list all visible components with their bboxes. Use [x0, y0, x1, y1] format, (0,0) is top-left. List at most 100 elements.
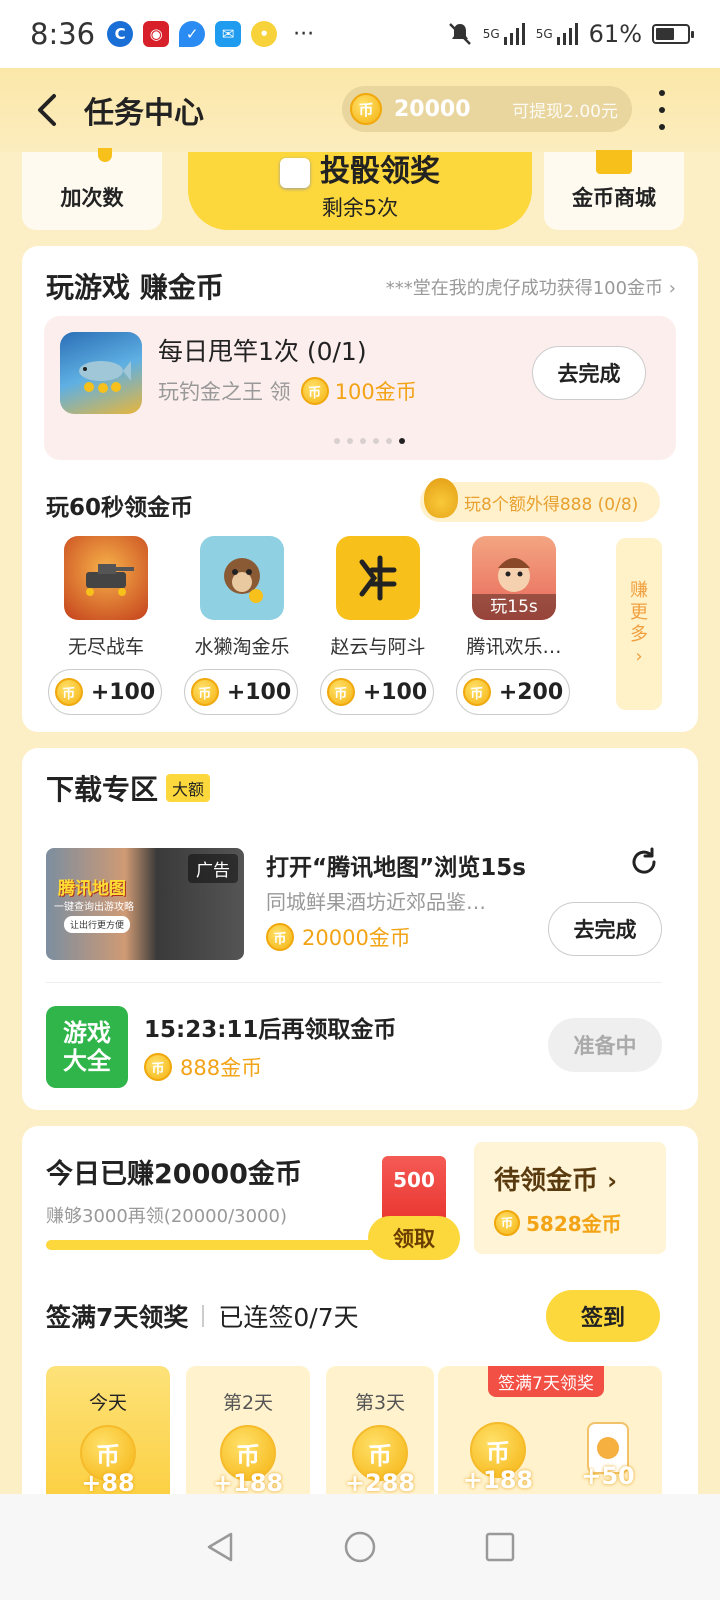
nav-home-icon[interactable]	[343, 1530, 377, 1564]
dice-remaining: 剩余5次	[321, 196, 399, 220]
refresh-icon[interactable]	[628, 846, 660, 878]
play-timer-overlay: 玩15s	[472, 594, 556, 620]
game-name: 水獭淘金乐	[194, 636, 290, 658]
coin-mall-card[interactable]: 金币商城	[544, 150, 684, 230]
dice-reward-card[interactable]: 投骰领奖 剩余5次	[188, 152, 532, 230]
ad-thumb-title: 腾讯地图	[58, 879, 126, 899]
status-time: 8:36	[30, 17, 96, 51]
checkin-day[interactable]: 第2天 币 +188	[186, 1366, 310, 1498]
day-reward: +50	[581, 1462, 635, 1490]
header: 任务中心 币 20000 可提现2.00元	[0, 68, 720, 152]
checkin-day[interactable]: 今天 币 +88	[46, 1366, 170, 1498]
next-claim-title: 15:23:11后再领取金币	[144, 1017, 397, 1043]
coin-icon: 币	[266, 923, 294, 951]
reward-ticker[interactable]: ***堂在我的虎仔成功获得100金币 ›	[386, 274, 676, 300]
task-name: 每日甩竿1次 (0/1)	[158, 337, 367, 366]
bonus-badge[interactable]: 玩8个额外得888 (0/8)	[420, 478, 660, 522]
coin-icon: 币	[144, 1053, 172, 1081]
message-app-icon: ✉	[215, 21, 242, 47]
day-reward: +88	[81, 1469, 135, 1497]
game-reward-button[interactable]: 币 +200	[456, 669, 570, 715]
game-reward: +100	[362, 679, 428, 705]
game-center-icon[interactable]: 游戏 大全	[46, 1006, 128, 1088]
checkin-days: 今天 币 +88 第2天 币 +188 第3天 币 +288 签满7天领奖 币 …	[46, 1366, 662, 1506]
more-menu-icon[interactable]	[658, 90, 666, 130]
game-reward-button[interactable]: 币 +100	[48, 669, 162, 715]
nav-back-icon[interactable]	[203, 1530, 237, 1564]
preparing-button[interactable]: 准备中	[548, 1018, 662, 1072]
game-item[interactable]: 赵云与阿斗 币 +100	[320, 536, 436, 715]
game-name: 赵云与阿斗	[330, 636, 426, 658]
day-label: 今天	[88, 1392, 127, 1414]
game-item[interactable]: 玩15s 腾讯欢乐… 币 +200	[456, 536, 572, 715]
day-label: 第2天	[222, 1392, 274, 1414]
fishing-game-icon[interactable]	[60, 332, 142, 414]
pending-value: 5828金币	[526, 1212, 622, 1236]
tank-game-icon	[64, 536, 148, 620]
earnings-card: 今日已赚20000金币 赚够3000再领(20000/3000) 500 领取 …	[22, 1126, 698, 1506]
chevron-right-icon: ›	[607, 1167, 617, 1195]
signal-icon-2	[556, 23, 578, 45]
earn-more-button[interactable]: 赚 更 多 ›	[616, 538, 662, 710]
app-notification-icon: C	[107, 21, 134, 47]
game-item[interactable]: 水獭淘金乐 币 +100	[184, 536, 300, 715]
bonus-text: 玩8个额外得888 (0/8)	[464, 494, 639, 515]
page-title: 任务中心	[84, 96, 204, 131]
network-label-2: 5G	[535, 27, 553, 41]
network-label: 5G	[482, 27, 500, 41]
game-name: 腾讯欢乐…	[466, 636, 562, 658]
back-arrow-icon[interactable]	[30, 90, 70, 130]
coin-balance-pill[interactable]: 币 20000 可提现2.00元	[342, 86, 632, 132]
checkin-status: 已连签0/7天	[218, 1303, 359, 1332]
ad-thumbnail[interactable]: 腾讯地图 一键查询出游攻略 让出行更方便 广告	[46, 848, 244, 960]
add-chances-label: 加次数	[60, 186, 124, 210]
earn-more-char: 多	[630, 624, 648, 645]
coin-icon: 币	[190, 678, 219, 706]
chevron-right-icon: ›	[635, 646, 643, 667]
carousel-indicator	[334, 438, 405, 444]
pending-coins-box[interactable]: 待领金币 › 币 5828金币	[474, 1142, 666, 1254]
task-reward: 100金币	[334, 380, 417, 404]
task-complete-button[interactable]: 去完成	[532, 346, 646, 400]
claim-button[interactable]: 领取	[368, 1216, 460, 1260]
coin-icon: 币	[300, 377, 329, 405]
reward-ticker-text: ***堂在我的虎仔成功获得100金币	[385, 278, 664, 299]
tencent-game-icon: 玩15s	[472, 536, 556, 620]
ad-thumb-sub: 一键查询出游攻略	[54, 902, 134, 913]
ad-title: 打开“腾讯地图”浏览15s	[266, 855, 526, 881]
game-reward: +100	[90, 679, 156, 705]
big-amount-tag: 大额	[166, 774, 211, 802]
day-label: 第3天	[354, 1392, 406, 1414]
seven-day-banner: 签满7天领奖	[488, 1366, 604, 1397]
game-reward-button[interactable]: 币 +100	[320, 669, 434, 715]
top-cards: 加次数 投骰领奖 剩余5次 金币商城	[0, 148, 720, 232]
game-reward: +100	[226, 679, 292, 705]
game-item[interactable]: 无尽战车 币 +100	[48, 536, 164, 715]
checkin-day[interactable]: 第3天 币 +288	[326, 1366, 434, 1498]
ad-complete-button[interactable]: 去完成	[548, 902, 662, 956]
sixty-sec-title: 玩60秒领金币	[46, 495, 194, 521]
more-notifications-icon: ···	[293, 21, 315, 47]
battery-percent: 61%	[588, 20, 642, 48]
dice-title: 投骰领奖	[320, 154, 440, 189]
game-reward: +200	[498, 679, 564, 705]
game-name: 无尽战车	[67, 636, 144, 658]
separator	[202, 1305, 205, 1327]
day-reward: +188	[462, 1466, 534, 1494]
divider	[46, 982, 662, 983]
add-chances-card[interactable]: 加次数	[22, 148, 162, 230]
checkin-day-7[interactable]: 签满7天领奖 币 +188 +50	[438, 1366, 662, 1498]
dice-icon	[280, 157, 310, 188]
game-reward-button[interactable]: 币 +100	[184, 669, 298, 715]
next-claim-reward: 888金币	[180, 1056, 263, 1080]
nav-recents-icon[interactable]	[483, 1530, 517, 1564]
bank-app-icon: ◉	[143, 21, 170, 47]
ad-reward: 20000金币	[302, 926, 411, 950]
earn-more-char: 更	[630, 602, 648, 623]
game-center-icon-text: 大全	[63, 1047, 111, 1075]
ad-thumb-button: 让出行更方便	[64, 916, 131, 933]
task-game: 玩钓金之王 领	[158, 380, 291, 404]
mall-icon	[596, 150, 632, 174]
checkin-button[interactable]: 签到	[546, 1290, 660, 1342]
play-games-card: 玩游戏 赚金币 ***堂在我的虎仔成功获得100金币 › 每日甩竿1次 (0/1…	[22, 246, 698, 732]
